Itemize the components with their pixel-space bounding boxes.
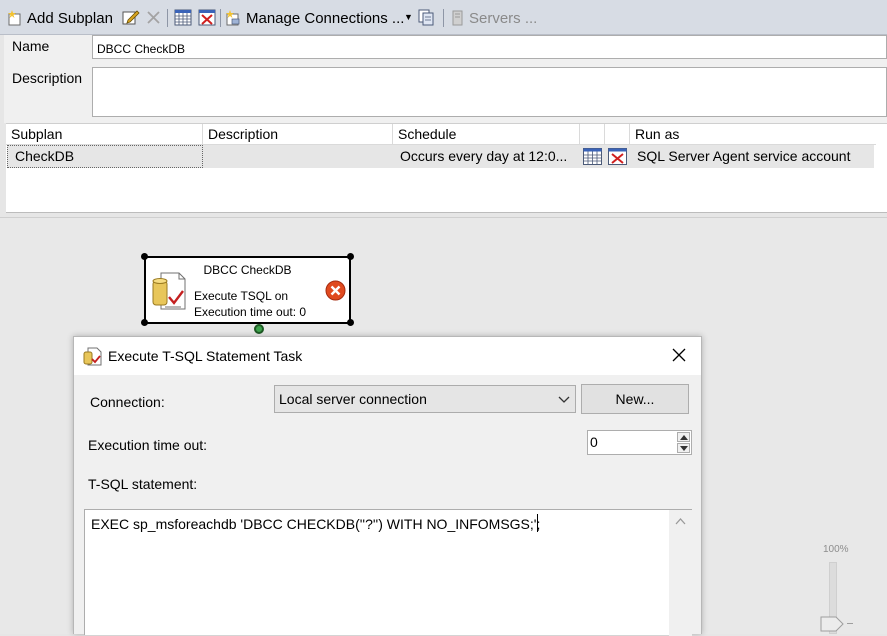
column-header-description[interactable]: Description <box>203 124 393 145</box>
properties-panel: Name DBCC CheckDB Description <box>4 35 887 123</box>
tsql-statement-textarea[interactable]: EXEC sp_msforeachdb 'DBCC CHECKDB(''?'')… <box>84 509 692 636</box>
remove-schedule-cell-icon[interactable] <box>608 148 627 165</box>
run-as-cell[interactable]: SQL Server Agent service account <box>630 145 874 168</box>
toolbar-separator <box>220 9 221 27</box>
description-cell[interactable] <box>203 145 393 168</box>
resize-handle-bottom-right[interactable] <box>347 319 354 326</box>
description-label: Description <box>12 70 83 86</box>
toolbar-separator <box>167 9 168 27</box>
column-header-subplan[interactable]: Subplan <box>6 124 203 145</box>
dialog-title: Execute T-SQL Statement Task <box>108 348 303 364</box>
name-label: Name <box>12 38 50 54</box>
tsql-task-icon <box>152 272 186 310</box>
schedule-cell[interactable]: Occurs every day at 12:0... <box>393 145 580 168</box>
column-header-schedule[interactable]: Schedule <box>393 124 580 145</box>
name-value: DBCC CheckDB <box>97 42 186 56</box>
schedule-edit-cell <box>580 145 605 168</box>
toolbar: Add Subplan Manage Connections ... ▼ Ser… <box>0 0 887 35</box>
dropdown-arrow-icon[interactable]: ▼ <box>404 9 413 26</box>
stepper-down-button[interactable] <box>677 443 690 453</box>
task-line2: Execution time out: 0 <box>194 305 307 319</box>
new-connection-button[interactable]: New... <box>581 384 689 414</box>
zoom-label: 100% <box>823 544 849 555</box>
dialog-titlebar[interactable]: Execute T-SQL Statement Task <box>74 337 701 375</box>
remove-schedule-icon[interactable] <box>198 9 216 26</box>
timeout-stepper[interactable]: 0 <box>587 430 692 455</box>
resize-handle-top-right[interactable] <box>347 253 354 260</box>
connector-handle[interactable] <box>254 324 264 334</box>
connection-select[interactable]: Local server connection <box>274 385 576 413</box>
zoom-tick <box>847 623 853 624</box>
stepper-down-icon <box>680 446 688 451</box>
delete-icon[interactable] <box>146 10 161 25</box>
add-subplan-button[interactable]: Add Subplan <box>7 8 113 28</box>
resize-handle-bottom-left[interactable] <box>141 319 148 326</box>
resize-handle-top-left[interactable] <box>141 253 148 260</box>
edit-schedule-calendar-icon[interactable] <box>583 148 602 165</box>
connection-value: Local server connection <box>279 391 427 407</box>
task-line1: Execute TSQL on <box>194 289 289 303</box>
subplan-grid: Subplan Description Schedule Run as Chec… <box>6 123 887 213</box>
name-field[interactable]: DBCC CheckDB <box>92 35 887 59</box>
close-icon[interactable] <box>672 348 686 362</box>
timeout-value: 0 <box>590 434 598 450</box>
add-subplan-icon <box>8 10 21 26</box>
subplan-cell[interactable]: CheckDB <box>7 145 203 168</box>
dialog-task-icon <box>83 347 102 366</box>
servers-label: Servers ... <box>469 9 538 27</box>
connection-label: Connection: <box>90 394 165 410</box>
add-subplan-label: Add Subplan <box>27 9 113 27</box>
timeout-label: Execution time out: <box>88 437 208 453</box>
connections-icon <box>226 10 240 26</box>
error-icon <box>325 280 346 301</box>
copy-icon[interactable] <box>418 9 435 26</box>
text-caret <box>537 514 538 532</box>
stepper-up-icon <box>680 435 688 440</box>
tsql-statement-label: T-SQL statement: <box>88 476 198 492</box>
column-header-run-as[interactable]: Run as <box>630 124 876 145</box>
zoom-slider-thumb[interactable] <box>820 616 846 632</box>
task-box[interactable]: DBCC CheckDB Execute TSQL on Execution t… <box>144 256 351 324</box>
column-header-blank <box>580 124 605 145</box>
execute-tsql-dialog: Execute T-SQL Statement Task Connection:… <box>73 336 702 636</box>
column-header-blank <box>605 124 630 145</box>
scroll-up-icon[interactable] <box>675 518 686 525</box>
servers-icon <box>452 10 463 26</box>
manage-connections-label: Manage Connections ... <box>246 9 405 27</box>
description-field[interactable] <box>92 67 887 117</box>
tsql-statement-value: EXEC sp_msforeachdb 'DBCC CHECKDB(''?'')… <box>91 516 541 532</box>
vertical-scrollbar[interactable] <box>669 510 692 636</box>
chevron-down-icon <box>558 396 570 403</box>
toolbar-separator <box>443 9 444 27</box>
edit-properties-icon[interactable] <box>122 9 140 26</box>
servers-button[interactable]: Servers ... <box>450 8 537 28</box>
schedule-calendar-icon[interactable] <box>174 9 192 26</box>
manage-connections-button[interactable]: Manage Connections ... <box>225 8 404 28</box>
schedule-remove-cell <box>605 145 630 168</box>
stepper-up-button[interactable] <box>677 432 690 442</box>
